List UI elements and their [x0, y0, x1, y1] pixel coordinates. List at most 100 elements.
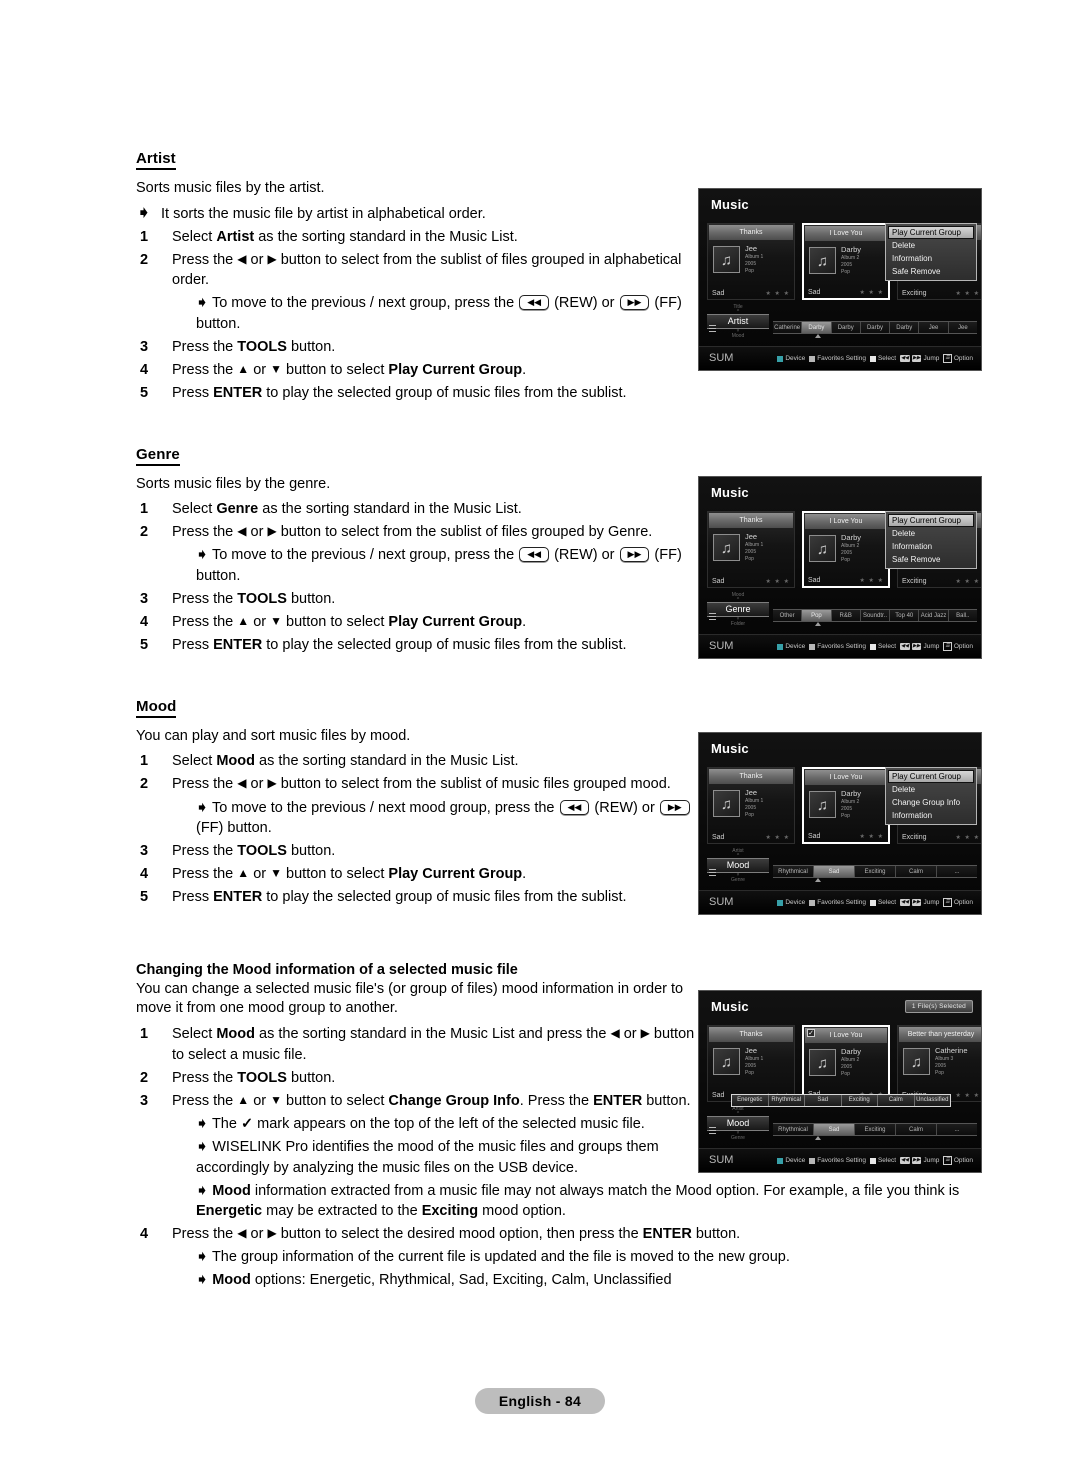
sort-option-current[interactable]: Artist: [707, 314, 769, 329]
legend-option[interactable]: ☰ Option: [943, 354, 973, 363]
context-menu-item[interactable]: Delete: [888, 783, 974, 796]
music-card[interactable]: Better than yesterday ♫ Catherine Album 3 20…: [897, 1025, 981, 1102]
legend-favorites-setting[interactable]: Favorites Setting: [809, 643, 866, 650]
legend-favorites-setting[interactable]: Favorites Setting: [809, 355, 866, 362]
sublist-bar[interactable]: Other Pop R&B Soundtr.. Top 40 Acid Jazz Ball.…: [773, 609, 977, 622]
sublist-item[interactable]: Pop: [802, 610, 832, 621]
note-rew-ff: ➧ To move to the previous / next mood gr…: [136, 798, 696, 839]
screen-title: Music: [711, 197, 749, 212]
mood-option[interactable]: Unclassified: [915, 1095, 951, 1106]
sublist-item[interactable]: Acid Jazz: [919, 610, 949, 621]
music-card[interactable]: ✓I Love You♫DarbyAlbum 22005PopSad★ ★ ★: [802, 1025, 890, 1102]
teal-swatch-icon: [777, 643, 784, 650]
sublist-item[interactable]: Calm: [896, 866, 937, 877]
legend-device[interactable]: Device: [777, 899, 805, 906]
section-title-change-mood: Changing the Mood information of a selec…: [136, 961, 518, 978]
sublist-item[interactable]: Other: [773, 610, 803, 621]
sort-option-below[interactable]: Mood: [707, 333, 769, 339]
sublist-item[interactable]: Top 40: [890, 610, 920, 621]
sublist-item[interactable]: Darby: [861, 322, 891, 333]
sublist-item[interactable]: Jee: [949, 322, 977, 333]
legend-option[interactable]: ☰ Option: [943, 1156, 973, 1165]
tools-context-menu[interactable]: Play Current Group Delete Information Safe …: [885, 223, 977, 281]
sublist-item[interactable]: Calm: [896, 1124, 937, 1135]
legend-jump[interactable]: ◀◀ ▶▶ Jump: [900, 643, 939, 650]
context-menu-item[interactable]: Information: [888, 809, 974, 822]
context-menu-item[interactable]: Change Group Info: [888, 796, 974, 809]
step-text: Select Mood as the sorting standard in t…: [172, 753, 519, 770]
context-menu-item[interactable]: Play Current Group: [888, 514, 974, 527]
context-menu-item[interactable]: Information: [888, 252, 974, 265]
legend-select[interactable]: Select: [869, 899, 896, 906]
sublist-item[interactable]: Darby: [890, 322, 920, 333]
mood-option[interactable]: Exciting: [842, 1095, 878, 1106]
legend-favorites-setting[interactable]: Favorites Setting: [809, 899, 866, 906]
sort-standard-selector[interactable]: Artist ^ Mood ˅ Genre: [707, 848, 769, 883]
legend-jump[interactable]: ◀◀ ▶▶ Jump: [900, 355, 939, 362]
sublist-item[interactable]: ...: [937, 866, 977, 877]
context-menu-item[interactable]: Play Current Group: [888, 226, 974, 239]
legend-favorites-setting[interactable]: Favorites Setting: [809, 1157, 866, 1164]
sublist-item[interactable]: Soundtr..: [861, 610, 891, 621]
sublist-bar[interactable]: Catherine Darby Darby Darby Darby Jee Jee: [773, 321, 977, 334]
context-menu-item[interactable]: Delete: [888, 527, 974, 540]
legend-device[interactable]: Device: [777, 355, 805, 362]
sublist-bar[interactable]: Rhythmical Sad Exciting Calm...: [773, 865, 977, 878]
legend-jump[interactable]: ◀◀ ▶▶ Jump: [900, 1157, 939, 1164]
sublist-bar[interactable]: Rhythmical Sad Exciting Calm...: [773, 1123, 977, 1136]
sublist-item[interactable]: Sad: [814, 1124, 855, 1135]
sublist-item[interactable]: Ball..: [949, 610, 977, 621]
sublist-item[interactable]: Sad: [814, 866, 855, 877]
sublist-item[interactable]: R&B: [832, 610, 861, 621]
card-genre: Pop: [745, 556, 754, 563]
sublist-item[interactable]: Exciting: [855, 1124, 896, 1135]
legend-option[interactable]: ☰ Option: [943, 642, 973, 651]
music-card[interactable]: Thanks♫JeeAlbum 12005PopSad★ ★ ★: [707, 511, 795, 588]
tools-context-menu[interactable]: Play Current Group Delete Information Safe …: [885, 511, 977, 569]
sublist-item[interactable]: Darby: [802, 322, 832, 333]
step-item: 5 Press ENTER to play the selected group …: [136, 635, 696, 656]
mood-option[interactable]: Calm: [878, 1095, 915, 1106]
sort-option-current[interactable]: Mood: [707, 1116, 769, 1131]
sublist-item[interactable]: ...: [937, 1124, 977, 1135]
card-artist: Darby: [841, 1047, 862, 1056]
mood-option[interactable]: Sad: [805, 1095, 842, 1106]
music-card[interactable]: I Love You ♫ Darby Album 2 2005 Pop Sad ★ ★ ★: [802, 223, 890, 300]
music-card[interactable]: I Love You ♫ Darby Album 2 2005 Pop Sad ★ ★ ★: [802, 511, 890, 588]
context-menu-item[interactable]: Delete: [888, 239, 974, 252]
context-menu-item[interactable]: Safe Remove: [888, 265, 974, 278]
sublist-item[interactable]: Exciting: [855, 866, 896, 877]
legend-select[interactable]: Select: [869, 643, 896, 650]
tools-context-menu[interactable]: Play Current Group Delete Change Group Inf…: [885, 767, 977, 825]
legend-jump[interactable]: ◀◀ ▶▶ Jump: [900, 899, 939, 906]
legend-device[interactable]: Device: [777, 643, 805, 650]
mood-option[interactable]: Rhythmical: [769, 1095, 805, 1106]
sublist-item[interactable]: Catherine: [773, 322, 803, 333]
legend-select[interactable]: Select: [869, 355, 896, 362]
music-card[interactable]: Thanks♫JeeAlbum 12005PopSad★ ★ ★: [707, 1025, 795, 1102]
sublist-item[interactable]: Rhythmical: [773, 1124, 814, 1135]
sort-standard-selector[interactable]: Artist ^ Mood ˅ Genre: [707, 1106, 769, 1141]
context-menu-item[interactable]: Information: [888, 540, 974, 553]
context-menu-item[interactable]: Play Current Group: [888, 770, 974, 783]
sort-option-below[interactable]: Genre: [707, 877, 769, 883]
sublist-item[interactable]: Jee: [919, 322, 949, 333]
sort-option-current[interactable]: Mood: [707, 858, 769, 873]
music-card[interactable]: I Love You ♫ Darby Album 2 2005 Pop Sad ★ ★ ★: [802, 767, 890, 844]
music-card[interactable]: Thanks♫JeeAlbum 12005PopSad★ ★ ★: [707, 223, 795, 300]
legend-option[interactable]: ☰ Option: [943, 898, 973, 907]
sort-option-current[interactable]: Genre: [707, 602, 769, 617]
sublist-item[interactable]: Rhythmical: [773, 866, 814, 877]
legend-select[interactable]: Select: [869, 1157, 896, 1164]
sort-standard-selector[interactable]: Mood ^ Genre ˅ Folder: [707, 592, 769, 627]
sort-option-below[interactable]: Genre: [707, 1135, 769, 1141]
section-mood: Mood You can play and sort music files b…: [136, 698, 696, 908]
sort-standard-selector[interactable]: Title ^ Artist ˅ Mood: [707, 304, 769, 339]
mood-option-strip[interactable]: Energetic Rhythmical Sad Exciting Calm Unclas…: [731, 1094, 951, 1107]
legend-device[interactable]: Device: [777, 1157, 805, 1164]
sublist-item[interactable]: Darby: [832, 322, 861, 333]
mood-option[interactable]: Energetic: [732, 1095, 769, 1106]
context-menu-item[interactable]: Safe Remove: [888, 553, 974, 566]
sort-option-below[interactable]: Folder: [707, 621, 769, 627]
music-card[interactable]: Thanks♫JeeAlbum 12005PopSad★ ★ ★: [707, 767, 795, 844]
